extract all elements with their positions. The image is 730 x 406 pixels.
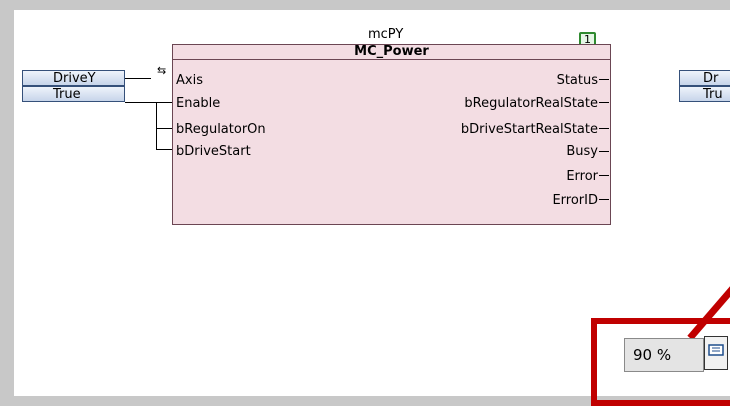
zoom-options-icon[interactable] (704, 336, 728, 370)
zoom-level-button[interactable]: 90 % (624, 338, 704, 372)
zoom-level-value: 90 % (633, 346, 672, 364)
